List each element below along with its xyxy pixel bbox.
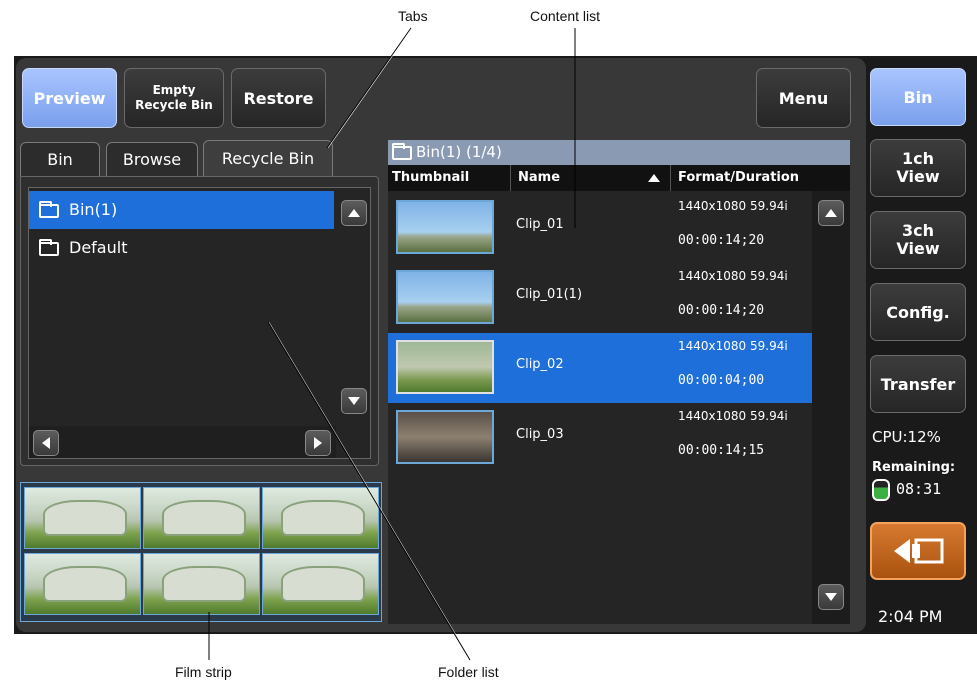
callout-leader-lines xyxy=(208,27,576,661)
